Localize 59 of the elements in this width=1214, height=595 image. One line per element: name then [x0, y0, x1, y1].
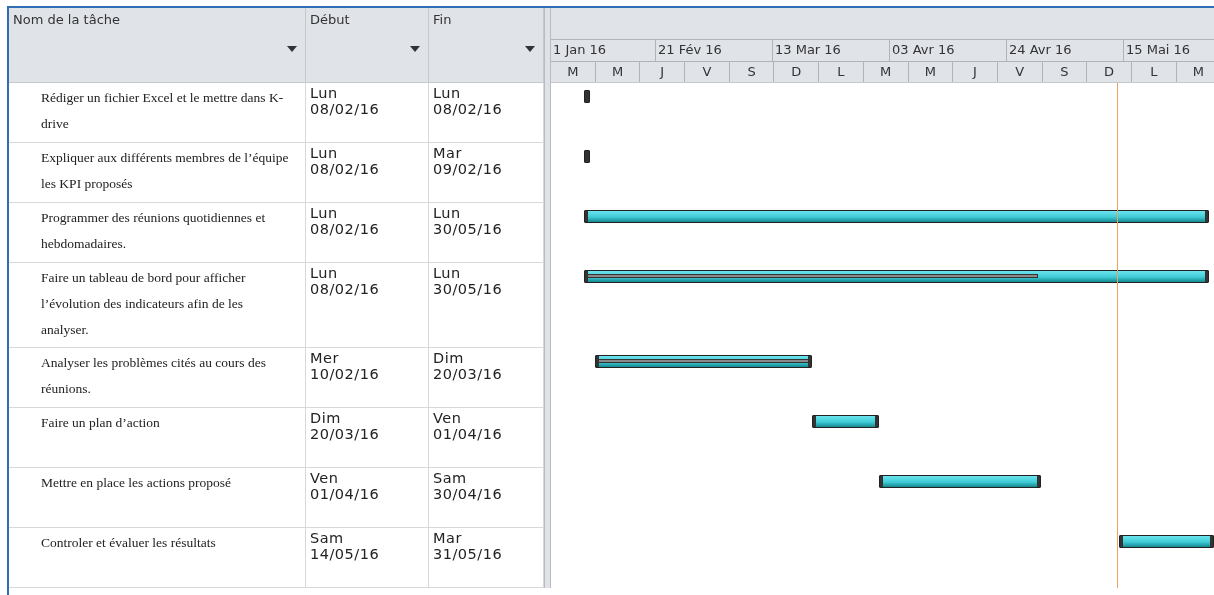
timescale-label: L [819, 62, 864, 82]
timescale-label: J [953, 62, 998, 82]
start-date: Ven 01/04/16 [310, 470, 380, 502]
task-name: Programmer des réunions quotidiennes et hebdomadaires. [41, 210, 266, 251]
timescale-label: 03 Avr 16 [890, 40, 1007, 61]
start-date: Mer 10/02/16 [310, 350, 380, 382]
timescale-label: 15 Mai 16 [1124, 40, 1214, 61]
start-date: Lun 08/02/16 [310, 145, 380, 177]
column-header: Début [310, 11, 350, 29]
column-header: Nom de la tâche [13, 11, 120, 29]
task-bar[interactable] [583, 90, 590, 103]
end-date: Ven 01/04/16 [433, 410, 503, 442]
task-bar[interactable] [583, 150, 590, 163]
start-date: Lun 08/02/16 [310, 85, 380, 117]
timescale-label: V [997, 62, 1043, 82]
task-name: Analyser les problèmes cités au cours des réunions. [41, 355, 266, 396]
end-date: Sam 30/04/16 [433, 470, 503, 502]
task-name: Faire un plan d’action [41, 415, 160, 430]
timescale-label: J [640, 62, 686, 82]
end-date: Lun 30/05/16 [433, 205, 503, 237]
timescale-label: 21 Fév 16 [656, 40, 773, 61]
timescale-label: M [551, 62, 596, 82]
end-date: Lun 08/02/16 [433, 85, 503, 117]
task-name: Rédiger un fichier Excel et le mettre dans K-drive [41, 90, 284, 131]
start-date: Sam 14/05/16 [310, 530, 380, 562]
timescale-label: M [595, 62, 641, 82]
task-name: Faire un tableau de bord pour afficher l’évolution des indicateurs afin de les analyser. [41, 270, 246, 337]
start-date: Dim 20/03/16 [310, 410, 380, 442]
end-date: Dim 20/03/16 [433, 350, 503, 382]
timescale-label: L [1131, 62, 1177, 82]
end-date: Mar 31/05/16 [433, 530, 503, 562]
timescale-label: 1 Jan 16 [551, 40, 656, 61]
column-header: Fin [433, 11, 452, 29]
task-bar[interactable] [812, 415, 880, 428]
task-name: Controler et évaluer les résultats [41, 535, 216, 550]
end-date: Lun 30/05/16 [433, 265, 503, 297]
timescale-label: S [1042, 62, 1088, 82]
timescale-label: M [1176, 62, 1214, 82]
task-name: Mettre en place les actions proposé [41, 475, 232, 490]
task-name: Expliquer aux différents membres de l’équipe les KPI proposés [41, 150, 289, 191]
task-bar[interactable] [583, 270, 1209, 283]
end-date: Mar 09/02/16 [433, 145, 503, 177]
dropdown-arrow-icon[interactable] [410, 46, 420, 52]
task-bar[interactable] [594, 355, 813, 368]
dropdown-arrow-icon[interactable] [525, 46, 535, 52]
timescale-label: S [729, 62, 775, 82]
timescale-label: M [863, 62, 909, 82]
timescale-label: 13 Mar 16 [773, 40, 890, 61]
task-bar[interactable] [879, 475, 1042, 488]
dropdown-arrow-icon[interactable] [287, 46, 297, 52]
task-bar[interactable] [583, 210, 1209, 223]
start-date: Lun 08/02/16 [310, 205, 380, 237]
timescale-label: M [908, 62, 954, 82]
timescale-label: V [685, 62, 730, 82]
timescale-label: D [1087, 62, 1132, 82]
timescale-label: D [774, 62, 820, 82]
start-date: Lun 08/02/16 [310, 265, 380, 297]
timescale-label: 24 Avr 16 [1007, 40, 1124, 61]
task-bar[interactable] [1119, 535, 1214, 548]
